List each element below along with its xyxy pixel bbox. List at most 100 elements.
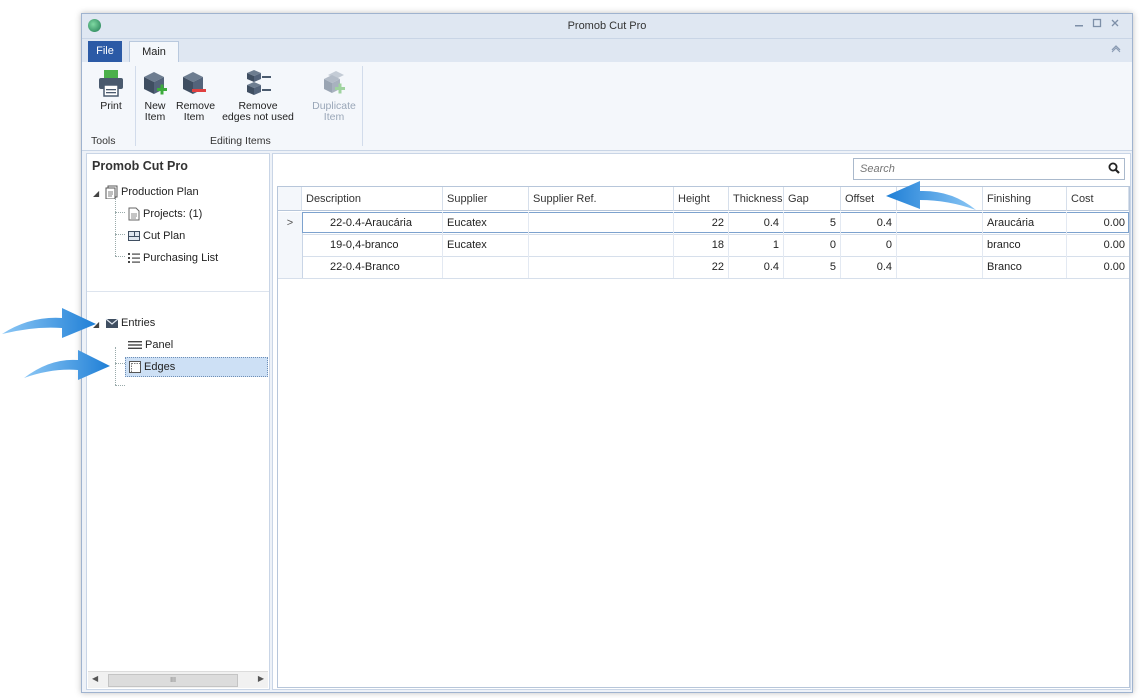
tab-file[interactable]: File xyxy=(88,41,122,62)
cell-description[interactable]: 22-0.4-Araucária xyxy=(302,212,443,234)
cell-supplier-ref[interactable] xyxy=(529,234,674,256)
printer-icon xyxy=(99,70,123,97)
cell-finishing[interactable]: Branco xyxy=(983,256,1067,278)
column-header-description[interactable]: Description xyxy=(302,187,443,211)
cell-gap[interactable]: 0 xyxy=(784,234,841,256)
row-indicator[interactable]: > xyxy=(278,212,303,234)
scroll-left-icon[interactable]: ◀ xyxy=(92,674,98,683)
cell-thickness[interactable]: 0.4 xyxy=(729,256,784,278)
row-indicator[interactable] xyxy=(278,234,303,256)
cell-height[interactable]: 22 xyxy=(674,256,729,278)
cell-height[interactable]: 18 xyxy=(674,234,729,256)
duplicate-item-button[interactable]: Duplicate Item xyxy=(312,68,356,123)
cell-gap[interactable]: 5 xyxy=(784,256,841,278)
column-header-thickness[interactable]: Thickness xyxy=(729,187,784,211)
callout-arrow-edges-icon xyxy=(24,350,110,380)
column-header-finishing[interactable]: Finishing xyxy=(983,187,1067,211)
ribbon-tabs: File Main xyxy=(82,39,1132,62)
tree-line xyxy=(115,196,116,256)
remove-item-icon xyxy=(183,72,206,94)
duplicate-item-label-line2: Item xyxy=(323,111,345,123)
title-bar: Promob Cut Pro xyxy=(82,14,1132,39)
column-header-cost[interactable]: Cost xyxy=(1067,187,1129,211)
tree-item-production-plan[interactable]: Production Plan xyxy=(105,183,199,201)
tree-label-entries: Entries xyxy=(121,317,156,329)
table-row[interactable]: 19-0,4-branco Eucatex 18 1 0 0 branco 0.… xyxy=(278,234,1129,257)
cell-thickness[interactable]: 0.4 xyxy=(729,212,784,234)
cell-cost[interactable]: 0.00 xyxy=(1067,212,1129,234)
tree-item-panel[interactable]: Panel xyxy=(127,336,173,354)
tree-label-edges: Edges xyxy=(144,361,176,373)
cell-blank[interactable] xyxy=(897,212,983,234)
tree-item-cut-plan[interactable]: Cut Plan xyxy=(127,227,185,245)
close-icon[interactable] xyxy=(1108,17,1122,33)
cell-description[interactable]: 22-0.4-Branco xyxy=(302,256,443,278)
table-row[interactable]: > 22-0.4-Araucária Eucatex 22 0.4 5 0.4 … xyxy=(278,212,1129,235)
group-label-tools: Tools xyxy=(91,135,116,147)
cell-cost[interactable]: 0.00 xyxy=(1067,256,1129,278)
cell-offset[interactable]: 0.4 xyxy=(841,212,897,234)
cell-gap[interactable]: 5 xyxy=(784,212,841,234)
cell-supplier[interactable]: Eucatex xyxy=(443,234,529,256)
window-title: Promob Cut Pro xyxy=(567,20,647,32)
search-input[interactable] xyxy=(858,159,1102,179)
sidebar-title: Promob Cut Pro xyxy=(92,159,188,173)
sidebar: Promob Cut Pro ◢ Production Plan Project… xyxy=(86,153,270,690)
scroll-right-icon[interactable]: ▶ xyxy=(258,674,264,683)
search-box[interactable] xyxy=(853,158,1125,180)
panel-icon xyxy=(128,341,142,350)
table-row[interactable]: 22-0.4-Branco 22 0.4 5 0.4 Branco 0.00 xyxy=(278,256,1129,279)
column-header-supplier-ref[interactable]: Supplier Ref. xyxy=(529,187,674,211)
tree-item-entries[interactable]: Entries xyxy=(105,314,155,332)
tree-label-purchasing-list: Purchasing List xyxy=(143,252,219,264)
tree-line xyxy=(115,385,125,386)
tab-main[interactable]: Main xyxy=(129,41,179,62)
new-item-button[interactable]: New Item xyxy=(140,68,170,123)
cell-thickness[interactable]: 1 xyxy=(729,234,784,256)
cell-description[interactable]: 19-0,4-branco xyxy=(302,234,443,256)
column-header-height[interactable]: Height xyxy=(674,187,729,211)
cell-blank[interactable] xyxy=(897,234,983,256)
cell-height[interactable]: 22 xyxy=(674,212,729,234)
cell-offset[interactable]: 0 xyxy=(841,234,897,256)
tree-label-panel: Panel xyxy=(145,339,174,351)
tree-line xyxy=(115,234,125,235)
scrollbar-thumb[interactable]: III xyxy=(108,674,238,687)
column-header-gap[interactable]: Gap xyxy=(784,187,841,211)
group-separator xyxy=(135,66,136,146)
tree-item-projects[interactable]: Projects: (1) xyxy=(127,205,202,223)
cell-supplier[interactable]: Eucatex xyxy=(443,212,529,234)
maximize-icon[interactable] xyxy=(1090,17,1104,33)
callout-arrow-entries-icon xyxy=(2,308,96,338)
cell-finishing[interactable]: Araucária xyxy=(983,212,1067,234)
cell-supplier[interactable] xyxy=(443,256,529,278)
print-button[interactable]: Print xyxy=(94,68,128,112)
tree-item-purchasing-list[interactable]: Purchasing List xyxy=(127,249,218,267)
production-plan-icon xyxy=(105,185,118,200)
column-header-supplier[interactable]: Supplier xyxy=(443,187,529,211)
cell-cost[interactable]: 0.00 xyxy=(1067,234,1129,256)
remove-item-button[interactable]: Remove Item xyxy=(176,68,215,123)
duplicate-item-icon xyxy=(324,71,345,94)
collapse-ribbon-icon[interactable] xyxy=(1110,43,1122,57)
sidebar-horizontal-scrollbar[interactable]: ◀ III ▶ xyxy=(88,671,268,688)
sidebar-divider xyxy=(87,291,269,292)
cut-plan-icon xyxy=(128,231,140,242)
row-indicator[interactable] xyxy=(278,256,303,278)
cell-blank[interactable] xyxy=(897,256,983,278)
cell-supplier-ref[interactable] xyxy=(529,212,674,234)
expand-production-plan-icon[interactable]: ◢ xyxy=(93,189,99,198)
tree-label-cut-plan: Cut Plan xyxy=(143,230,186,242)
tree-item-edges[interactable]: Edges xyxy=(125,357,268,377)
tree-line xyxy=(115,347,116,385)
list-icon xyxy=(128,253,140,264)
cell-offset[interactable]: 0.4 xyxy=(841,256,897,278)
search-icon[interactable] xyxy=(1108,162,1120,174)
remove-edges-not-used-button[interactable]: Remove edges not used xyxy=(220,68,296,123)
minimize-icon[interactable] xyxy=(1072,17,1086,33)
print-label: Print xyxy=(100,100,122,112)
cell-supplier-ref[interactable] xyxy=(529,256,674,278)
entries-icon xyxy=(105,318,119,329)
group-separator xyxy=(362,66,363,146)
cell-finishing[interactable]: branco xyxy=(983,234,1067,256)
